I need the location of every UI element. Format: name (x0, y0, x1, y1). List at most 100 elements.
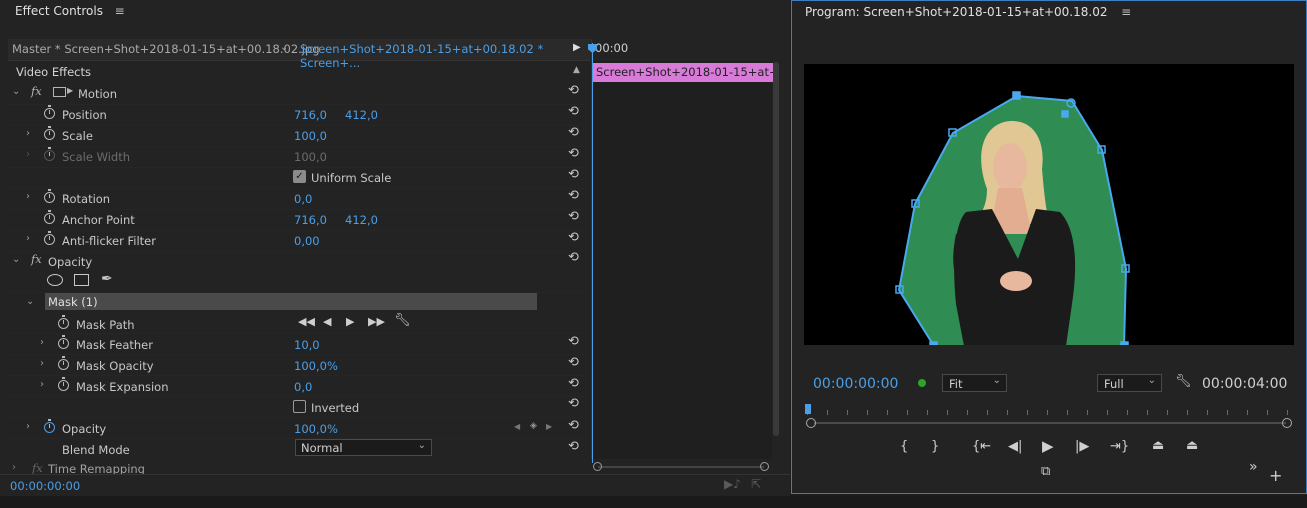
stopwatch-icon[interactable] (58, 377, 69, 391)
step-back-icon[interactable]: ◀| (1008, 439, 1022, 454)
pen-mask-icon[interactable]: ✒ (101, 271, 113, 287)
scroll-start-handle[interactable] (593, 462, 602, 471)
zoom-select[interactable]: Fit ⌄ (942, 374, 1007, 392)
fx-icon[interactable]: fx (31, 252, 42, 266)
horizontal-scrollbar[interactable] (598, 466, 764, 468)
fx-icon[interactable]: fx (31, 84, 42, 98)
chevron-down-icon[interactable]: ⌄ (12, 254, 20, 265)
chevron-right-icon[interactable]: › (26, 128, 30, 139)
program-tab[interactable]: Program: Screen+Shot+2018-01-15+at+00.18… (805, 5, 1131, 19)
next-keyframe-icon[interactable]: ▶ (546, 422, 552, 431)
collapse-up-icon[interactable]: ▲ (573, 65, 580, 75)
reset-icon[interactable]: ⟲ (568, 418, 579, 433)
masked-image[interactable] (804, 64, 1294, 345)
step-forward-icon[interactable]: |▶ (1075, 439, 1089, 454)
mark-in-icon[interactable]: { (900, 439, 908, 454)
video-frame[interactable] (804, 64, 1294, 345)
chevron-right-icon[interactable]: › (40, 379, 44, 390)
ellipse-mask-icon[interactable] (47, 274, 63, 286)
program-scrollbar[interactable] (814, 422, 1286, 424)
play-only-icon[interactable]: ▶ (573, 42, 581, 53)
mask-expansion-value[interactable]: 0,0 (294, 380, 312, 394)
position-x-value[interactable]: 716,0 (294, 108, 327, 122)
prev-keyframe-icon[interactable]: ◀ (514, 422, 520, 431)
step-backward-icon[interactable]: ◀ (323, 315, 331, 328)
master-clip-label[interactable]: Master * Screen+Shot+2018-01-15+at+00.18… (12, 42, 320, 56)
go-to-in-icon[interactable]: {⇤ (972, 439, 991, 454)
uniform-scale-checkbox[interactable]: ✓ (293, 170, 306, 183)
scale-value[interactable]: 100,0 (294, 129, 327, 143)
go-to-out-icon[interactable]: ⇥} (1110, 439, 1129, 454)
reset-icon[interactable]: ⟲ (568, 209, 579, 224)
reset-icon[interactable]: ⟲ (568, 355, 579, 370)
export-icon[interactable]: ⇱ (751, 477, 761, 491)
chevron-down-icon[interactable]: ⌄ (12, 86, 20, 97)
rotation-value[interactable]: 0,0 (294, 192, 312, 206)
mask-feather-value[interactable]: 10,0 (294, 338, 320, 352)
stopwatch-icon[interactable] (58, 315, 69, 329)
track-forward-icon[interactable]: ▶▶ (368, 315, 385, 328)
reset-icon[interactable]: ⟲ (568, 396, 579, 411)
reset-icon[interactable]: ⟲ (568, 334, 579, 349)
chevron-right-icon[interactable]: › (40, 358, 44, 369)
panel-menu-icon[interactable]: ≡ (1121, 5, 1131, 19)
reset-icon[interactable]: ⟲ (568, 125, 579, 140)
timeline-ruler[interactable]: 00:00 (592, 39, 773, 61)
program-timecode[interactable]: 00:00:00:00 (813, 376, 898, 392)
reset-icon[interactable]: ⟲ (568, 439, 579, 454)
anchor-x-value[interactable]: 716,0 (294, 213, 327, 227)
vertical-scrollbar[interactable] (773, 62, 779, 436)
stopwatch-icon[interactable] (58, 356, 69, 370)
chevron-right-icon[interactable]: › (40, 337, 44, 348)
chevron-right-icon[interactable]: › (12, 462, 16, 473)
track-backward-icon[interactable]: ◀◀ (298, 315, 315, 328)
export-frame-icon[interactable]: ⧉ (1041, 464, 1050, 479)
audio-filter-icon[interactable]: ▶♪ (724, 477, 741, 491)
stopwatch-icon[interactable] (44, 419, 55, 433)
program-playhead[interactable] (805, 404, 811, 414)
transform-icon[interactable] (53, 87, 66, 97)
add-button-icon[interactable]: + (1269, 466, 1282, 485)
rectangle-mask-icon[interactable] (74, 274, 89, 286)
timeline-clip[interactable]: Screen+Shot+2018-01-15+at+00.18.02.jpg (592, 63, 773, 82)
panel-menu-icon[interactable]: ≡ (115, 4, 125, 18)
program-ruler[interactable] (807, 406, 1291, 416)
position-y-value[interactable]: 412,0 (345, 108, 378, 122)
chevron-right-icon[interactable]: › (26, 191, 30, 202)
scroll-start-handle[interactable] (806, 418, 816, 428)
mask-header[interactable]: Mask (1) (45, 293, 537, 310)
add-keyframe-icon[interactable]: ◈ (530, 421, 537, 431)
reset-icon[interactable]: ⟲ (568, 188, 579, 203)
stopwatch-icon[interactable] (58, 335, 69, 349)
scroll-end-handle[interactable] (1282, 418, 1292, 428)
anchor-y-value[interactable]: 412,0 (345, 213, 378, 227)
stopwatch-icon[interactable] (44, 210, 55, 224)
reset-icon[interactable]: ⟲ (568, 104, 579, 119)
wrench-icon[interactable]: 🔧︎ (1175, 374, 1192, 389)
more-icon[interactable]: » (1249, 459, 1258, 475)
inverted-checkbox[interactable] (293, 400, 306, 413)
effect-controls-tab[interactable]: Effect Controls ≡ (15, 4, 125, 18)
opacity-value[interactable]: 100,0 (294, 422, 327, 436)
current-time[interactable]: 00:00:00:00 (10, 479, 80, 493)
reset-icon[interactable]: ⟲ (568, 230, 579, 245)
reset-icon[interactable]: ⟲ (568, 83, 579, 98)
chevron-down-icon[interactable]: ⌄ (26, 296, 34, 307)
mask-opacity-value[interactable]: 100,0 (294, 359, 327, 373)
reset-icon[interactable]: ⟲ (568, 146, 579, 161)
wrench-icon[interactable]: 🔧︎ (394, 313, 411, 328)
mini-timeline[interactable]: 00:00 Screen+Shot+2018-01-15+at+00.18.02… (588, 39, 773, 463)
chevron-down-icon[interactable]: ⌄ (280, 42, 288, 53)
mark-out-icon[interactable]: } (931, 439, 939, 454)
reset-icon[interactable]: ⟲ (568, 167, 579, 182)
stopwatch-icon[interactable] (44, 231, 55, 245)
chevron-right-icon[interactable]: › (26, 233, 30, 244)
stopwatch-icon[interactable] (44, 189, 55, 203)
play-icon[interactable]: ▶ (1042, 437, 1054, 455)
antiflicker-value[interactable]: 0,00 (294, 234, 320, 248)
stopwatch-icon[interactable] (44, 105, 55, 119)
lift-icon[interactable]: ⏏ (1152, 438, 1164, 453)
extract-icon[interactable]: ⏏ (1186, 438, 1198, 453)
reset-icon[interactable]: ⟲ (568, 250, 579, 265)
scroll-end-handle[interactable] (760, 462, 769, 471)
